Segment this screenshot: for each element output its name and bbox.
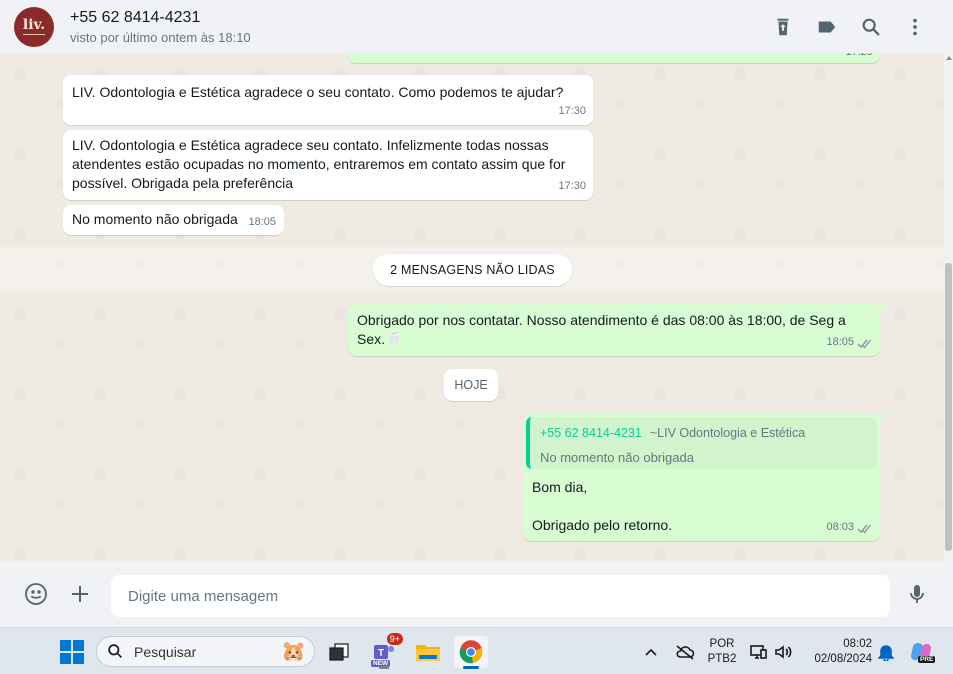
cloud-offline-icon [676, 644, 695, 660]
hamster-illustration-icon: 🐹 [281, 641, 306, 663]
notifications-button[interactable] [876, 628, 896, 674]
show-hidden-icons-button[interactable] [640, 628, 662, 674]
network-status[interactable] [672, 628, 698, 674]
active-indicator [463, 666, 479, 669]
device-status[interactable] [748, 628, 770, 674]
folder-icon [416, 645, 440, 661]
windows-logo-icon [60, 640, 71, 651]
archive-icon [777, 18, 789, 35]
bell-icon [878, 644, 894, 661]
notification-badge: 9+ [386, 633, 403, 645]
emoji-icon [25, 583, 47, 605]
message-bubble-outgoing-reply[interactable]: +55 62 8414-4231 ~LIV Odontologia e Esté… [523, 414, 887, 541]
quote-text: No momento não obrigada [540, 450, 694, 465]
preview-badge: PRE [918, 656, 936, 663]
plus-icon [72, 586, 88, 602]
message-text-line: Obrigado pelo retorno. [532, 517, 673, 533]
clock-date: 02/08/2024 [814, 652, 872, 665]
message-text-line: Bom dia, [532, 479, 588, 495]
running-indicator [379, 666, 389, 669]
emoji-button[interactable] [23, 581, 49, 607]
search-icon [108, 644, 123, 659]
chrome-app-button[interactable] [454, 636, 488, 669]
message-bubble-incoming[interactable]: LIV. Odontologia e Estética agradece seu… [63, 130, 593, 200]
input-language[interactable]: POR PTB2 [704, 628, 740, 674]
message-time: 18:05 [248, 216, 276, 228]
label-icon [818, 21, 836, 32]
message-text: LIV. Odontologia e Estética agradece o s… [72, 84, 564, 100]
taskbar-search[interactable]: Pesquisar 🐹 [96, 636, 315, 667]
message-bubble-outgoing[interactable]: Obrigado por nos contatar. Nosso atendim… [348, 304, 887, 356]
contact-name: +55 62 8414-4231 [70, 8, 201, 26]
message-text-line: possível. Obrigada pela preferência [72, 175, 294, 191]
svg-text:T: T [378, 648, 384, 659]
teams-app-button[interactable]: T 9+ NEW [367, 633, 403, 669]
read-ticks-icon [857, 337, 873, 349]
chat-area[interactable]: 17:29 LIV. Odontologia e Estética agrade… [0, 53, 953, 561]
task-view-icon [329, 643, 349, 661]
contact-status: visto por último ontem às 18:10 [70, 29, 251, 45]
chat-scrollbar[interactable] [944, 53, 953, 561]
message-text-line: Obrigado por nos contatar. Nosso atendim… [357, 312, 846, 328]
speaker-icon [775, 644, 792, 659]
archive-button[interactable] [771, 15, 795, 39]
message-time: 17:30 [558, 105, 586, 117]
chrome-icon [459, 640, 483, 664]
read-ticks-icon [857, 522, 873, 534]
message-bubble-incoming[interactable]: LIV. Odontologia e Estética agradece o s… [63, 75, 593, 125]
message-text-line: atendentes estão ocupadas no momento, en… [72, 156, 566, 172]
message-input[interactable] [111, 575, 890, 617]
volume-button[interactable] [772, 628, 796, 674]
contact-info[interactable]: +55 62 8414-4231 visto por último ontem … [70, 9, 251, 45]
task-view-button[interactable] [322, 636, 356, 668]
avatar[interactable]: liv. [14, 6, 54, 47]
search-icon [862, 18, 880, 36]
quote-author: +55 62 8414-4231 [540, 426, 642, 440]
menu-icon [913, 18, 917, 35]
header-actions [771, 15, 939, 39]
message-meta: 18:05 [826, 333, 873, 352]
system-clock[interactable]: 08:02 02/08/2024 [804, 628, 872, 674]
search-button[interactable] [859, 15, 883, 39]
label-button[interactable] [815, 15, 839, 39]
message-time: 17:29 [845, 53, 873, 62]
attach-button[interactable] [67, 581, 93, 607]
message-text: No momento não obrigada [72, 211, 238, 227]
quote-author-name: ~LIV Odontologia e Estética [649, 426, 806, 440]
scrollbar-thumb[interactable] [945, 263, 952, 551]
copilot-button[interactable]: PRE [906, 628, 936, 674]
chat-header: liv. +55 62 8414-4231 visto por último o… [0, 0, 953, 53]
message-text-line: LIV. Odontologia e Estética agradece seu… [72, 137, 549, 153]
voice-message-button[interactable] [904, 581, 930, 607]
keyboard-layout: PTB2 [707, 652, 737, 665]
unread-messages-label: 2 MENSAGENS NÃO LIDAS [373, 254, 572, 286]
date-divider-today: HOJE [444, 369, 498, 401]
menu-button[interactable] [903, 15, 927, 39]
windows-taskbar: Pesquisar 🐹 T 9+ NEW POR PTB2 08:02 02/0… [0, 627, 953, 674]
chevron-up-icon [645, 648, 657, 656]
message-composer [0, 561, 953, 627]
quoted-message[interactable]: +55 62 8414-4231 ~LIV Odontologia e Esté… [526, 417, 877, 469]
message-text-line: Sex. [357, 331, 386, 347]
monitor-phone-icon [750, 644, 767, 659]
message-time: 08:03 [826, 521, 854, 533]
message-time: 18:05 [826, 336, 854, 348]
scroll-up-arrow[interactable] [946, 56, 952, 60]
clock-time: 08:02 [843, 637, 872, 650]
language-code: POR [709, 637, 735, 650]
start-button[interactable] [60, 640, 84, 664]
message-bubble-partial[interactable]: 17:29 [348, 53, 880, 63]
message-bubble-incoming[interactable]: No momento não obrigada 18:05 [63, 205, 284, 235]
taskbar-search-placeholder: Pesquisar [134, 643, 197, 660]
file-explorer-button[interactable] [411, 636, 445, 668]
tooth-emoji: 🦷 [385, 331, 403, 347]
avatar-text: liv. [22, 17, 46, 35]
mic-icon [910, 585, 924, 603]
message-meta: 08:03 [826, 518, 873, 537]
message-time: 17:30 [558, 180, 586, 192]
